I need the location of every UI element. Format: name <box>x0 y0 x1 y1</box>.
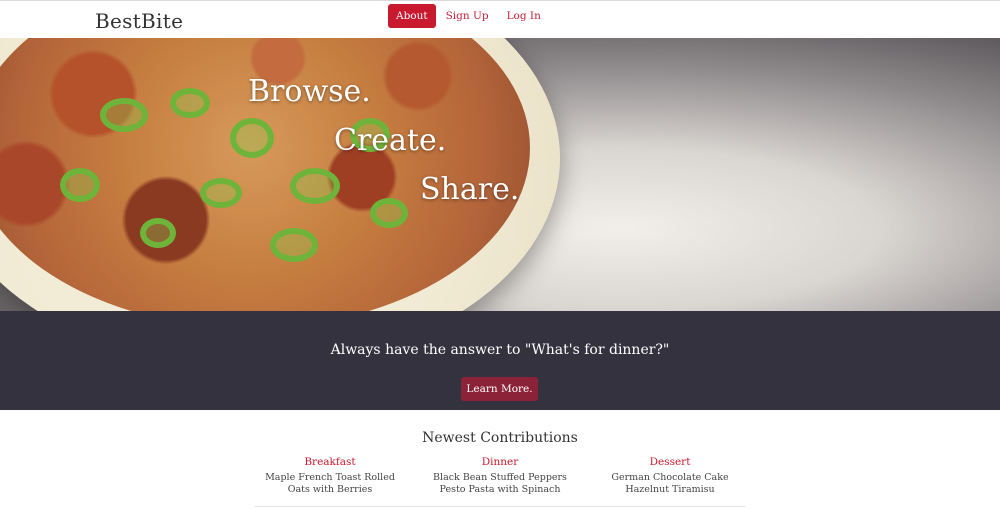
green-onion-decoration <box>290 168 340 204</box>
tagline-create: Create. <box>334 123 447 158</box>
nav-login-link[interactable]: Log In <box>499 4 549 28</box>
cta-text: Always have the answer to "What's for di… <box>330 342 670 358</box>
contributions-list: Breakfast Maple French Toast Rolled Oats… <box>255 456 745 496</box>
tagline-browse: Browse. <box>248 74 371 109</box>
top-navbar: BestBite About Sign Up Log In <box>0 0 1000 38</box>
cta-band: Always have the answer to "What's for di… <box>0 311 1000 410</box>
recipe-titles[interactable]: German Chocolate Cake Hazelnut Tiramisu <box>595 472 745 496</box>
nav-about-link[interactable]: About <box>388 4 436 28</box>
hero-banner: Browse. Create. Share. <box>0 38 1000 311</box>
green-onion-decoration <box>170 88 210 118</box>
nav-signup-link[interactable]: Sign Up <box>438 4 497 28</box>
nav-links: About Sign Up Log In <box>388 4 551 28</box>
brand-logo[interactable]: BestBite <box>95 9 183 33</box>
divider <box>255 506 745 507</box>
contribution-card: Breakfast Maple French Toast Rolled Oats… <box>255 456 405 496</box>
category-link-breakfast[interactable]: Breakfast <box>255 456 405 468</box>
green-onion-decoration <box>370 198 408 228</box>
category-link-dessert[interactable]: Dessert <box>595 456 745 468</box>
category-link-dinner[interactable]: Dinner <box>425 456 575 468</box>
green-onion-decoration <box>270 228 318 262</box>
tagline-share: Share. <box>420 172 520 207</box>
contribution-card: Dinner Black Bean Stuffed Peppers Pesto … <box>425 456 575 496</box>
contribution-card: Dessert German Chocolate Cake Hazelnut T… <box>595 456 745 496</box>
recipe-titles[interactable]: Maple French Toast Rolled Oats with Berr… <box>255 472 405 496</box>
green-onion-decoration <box>100 98 148 132</box>
learn-more-button[interactable]: Learn More. <box>461 377 538 401</box>
newest-contributions-title: Newest Contributions <box>422 430 578 446</box>
green-onion-decoration <box>230 118 274 158</box>
green-onion-decoration <box>200 178 242 208</box>
green-onion-decoration <box>60 168 100 202</box>
green-onion-decoration <box>140 218 176 248</box>
recipe-titles[interactable]: Black Bean Stuffed Peppers Pesto Pasta w… <box>425 472 575 496</box>
